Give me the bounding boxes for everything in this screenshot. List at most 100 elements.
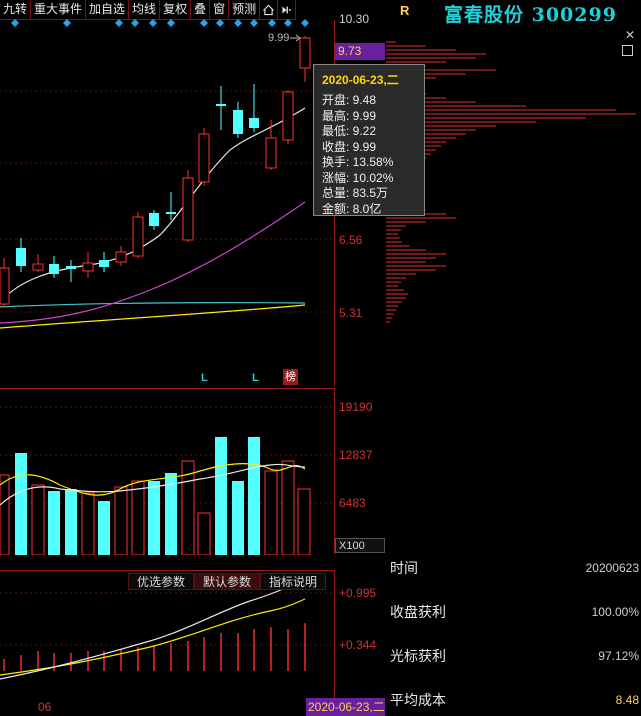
l-marker: L: [252, 372, 259, 384]
volume-bar: [264, 470, 278, 555]
volume-bar: [114, 486, 128, 555]
candle: [66, 266, 76, 269]
stock-chart-app: 九转 重大事件 加自选 均线 复权 叠 窗 预测 9.99 L L 榜 10.3…: [0, 0, 641, 716]
volume-chart-pane[interactable]: [0, 388, 335, 555]
volume-bar: [197, 512, 211, 555]
volume-bar: [297, 488, 311, 555]
volume-axis-mid: 12837: [339, 448, 373, 462]
candle: [265, 137, 277, 169]
toolbar-add-watchlist-button[interactable]: 加自选: [86, 0, 130, 20]
volume-axis-low: 6483: [339, 496, 366, 510]
ma-line-white: [0, 107, 306, 303]
stock-title: 富春股份 300299: [444, 4, 617, 26]
tooltip-high: 最高: 9.99: [322, 108, 377, 123]
stat-value-time: 20200623: [585, 561, 639, 575]
volume-bar: [65, 489, 77, 555]
toolbar-forecast-button[interactable]: 预测: [229, 0, 261, 20]
volume-bar: [232, 481, 244, 555]
tooltip-close: 收盘: 9.99: [322, 139, 377, 154]
candle: [16, 248, 26, 266]
stat-label-cursor-profit: 光标获利: [390, 648, 446, 664]
indicator-tabs: 优选参数 默认参数 指标说明: [128, 573, 327, 590]
price-axis-current: 9.73: [335, 43, 385, 60]
volume-bar: [15, 453, 27, 555]
candles: [0, 36, 311, 307]
volume-chart: [0, 406, 335, 555]
ind-line-yellow: [0, 598, 306, 676]
toolbar-major-events-button[interactable]: 重大事件: [31, 0, 87, 20]
tooltip-date: 2020-06-23,二: [322, 73, 399, 87]
candlestick-chart: [0, 34, 335, 329]
candle: [99, 260, 109, 267]
price-axis-low: 5.31: [339, 306, 363, 320]
volume-bar: [131, 480, 145, 555]
toolbar-overlay-button[interactable]: 叠: [191, 0, 211, 20]
stat-value-close-profit: 100.00%: [591, 605, 639, 619]
candle: [132, 216, 144, 257]
indicator-axis-low: +0.344: [339, 638, 377, 652]
candle: [198, 133, 210, 183]
panel-toggle-icon[interactable]: [622, 45, 633, 56]
indicator-chart: [0, 576, 335, 680]
tooltip-open: 开盘: 9.48: [322, 93, 377, 107]
date-axis-month: 06: [38, 700, 52, 714]
toolbar-window-button[interactable]: 窗: [210, 0, 230, 20]
ranking-badge[interactable]: 榜: [283, 369, 298, 385]
volume-bar: [31, 484, 45, 555]
volume-bar: [148, 481, 160, 555]
tooltip-turnover: 换手: 13.58%: [322, 155, 394, 169]
toolbar-adjust-button[interactable]: 复权: [160, 0, 192, 20]
indicator-axis-top: +0.995: [339, 586, 377, 600]
date-cursor-label: 2020-06-23,二: [306, 698, 385, 716]
tooltip-volume: 总量: 83.5万: [322, 186, 389, 200]
tooltip-amount: 金额: 8.0亿: [322, 201, 382, 216]
stat-label-time: 时间: [390, 560, 418, 576]
tab-optimized-params[interactable]: 优选参数: [128, 573, 195, 590]
stat-value-avg-cost: 8.48: [615, 693, 639, 707]
candle: [32, 263, 44, 271]
candle: [0, 267, 10, 305]
volume-bar: [98, 501, 110, 555]
stat-label-close-profit: 收盘获利: [390, 604, 446, 620]
candle: [166, 212, 176, 214]
candle: [49, 264, 59, 274]
stat-label-avg-cost: 平均成本: [390, 692, 446, 708]
volume-axis-top: 19190: [339, 400, 373, 414]
price-chart-pane[interactable]: [0, 20, 335, 386]
candle-tooltip: 2020-06-23,二 开盘: 9.48 最高: 9.99 最低: 9.22 …: [313, 64, 425, 216]
candle: [299, 37, 311, 69]
last-price-label: 9.99: [268, 32, 290, 44]
volume-bar: [215, 437, 227, 555]
toolbar-moving-average-button[interactable]: 均线: [129, 0, 161, 20]
candle: [233, 110, 243, 134]
tab-default-params[interactable]: 默认参数: [194, 573, 261, 590]
candle: [182, 177, 194, 241]
volume-unit-label: X100: [335, 538, 385, 553]
candle: [282, 91, 294, 141]
toolbar-jiuzhuan-button[interactable]: 九转: [0, 0, 32, 20]
volume-bar: [0, 474, 10, 555]
volume-bar: [48, 491, 60, 555]
tooltip-low: 最低: 9.22: [322, 124, 377, 138]
ind-line-white: [0, 576, 306, 680]
candle: [149, 213, 159, 226]
ma-line-yellow: [0, 304, 306, 329]
close-icon[interactable]: ✕: [625, 28, 635, 42]
candle: [115, 251, 127, 263]
chart-toolbar: 九转 重大事件 加自选 均线 复权 叠 窗 预测: [0, 0, 332, 20]
tab-indicator-help[interactable]: 指标说明: [260, 573, 327, 590]
play-dropdown-icon[interactable]: [278, 0, 297, 20]
stat-value-cursor-profit: 97.12%: [598, 649, 639, 663]
volume-bar: [248, 437, 260, 555]
r-label: R: [400, 3, 410, 18]
ma-line-cyan: [0, 302, 306, 308]
price-axis-mid: 6.56: [339, 233, 363, 247]
tooltip-change: 涨幅: 10.02%: [322, 170, 394, 185]
candle: [216, 104, 226, 106]
volume-bar: [81, 492, 95, 555]
candle: [249, 118, 259, 128]
home-icon[interactable]: [260, 0, 279, 20]
l-marker: L: [201, 372, 208, 384]
price-axis-max: 10.30: [339, 12, 370, 26]
volume-bar: [281, 460, 295, 555]
